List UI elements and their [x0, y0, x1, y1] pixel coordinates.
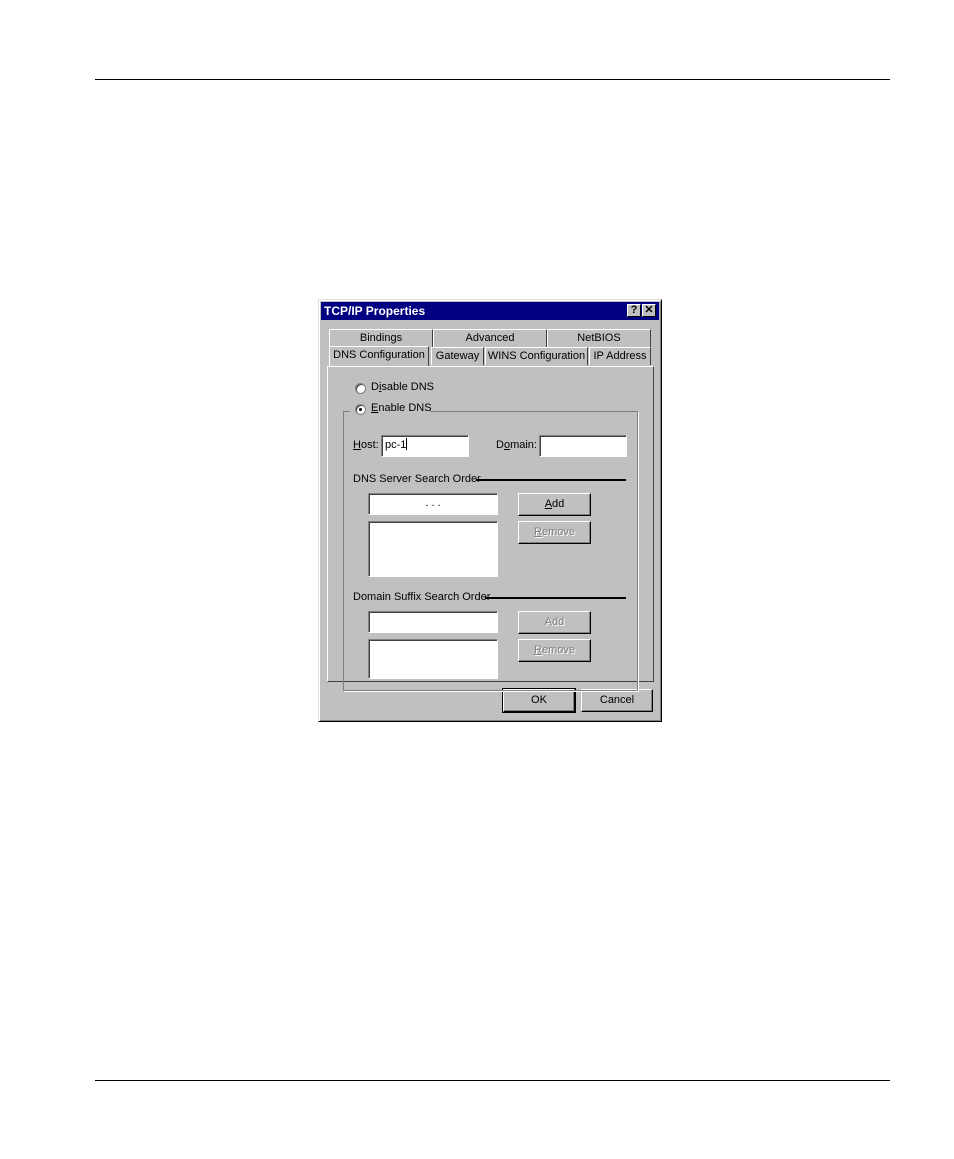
add-domain-suffix-button[interactable]: Add: [518, 611, 591, 634]
dns-server-search-order-label: DNS Server Search Order: [353, 473, 481, 485]
domain-suffix-search-order-label: Domain Suffix Search Order: [353, 591, 491, 603]
tab-dns-configuration[interactable]: DNS Configuration: [329, 346, 429, 366]
dns-server-ip-field[interactable]: . . .: [368, 493, 498, 515]
tab-netbios[interactable]: NetBIOS: [547, 329, 651, 347]
tab-bindings[interactable]: Bindings: [329, 329, 433, 347]
title-bar[interactable]: TCP/IP Properties ? ✕: [321, 302, 659, 320]
tab-gateway[interactable]: Gateway: [431, 347, 484, 365]
help-icon[interactable]: ?: [627, 304, 641, 317]
domain-suffix-list[interactable]: [368, 639, 498, 679]
close-icon[interactable]: ✕: [642, 304, 656, 317]
cancel-button[interactable]: Cancel: [581, 689, 653, 712]
domain-field[interactable]: [539, 435, 627, 457]
tcpip-properties-dialog: TCP/IP Properties ? ✕ Bindings Advanced …: [318, 299, 662, 722]
dialog-title: TCP/IP Properties: [324, 304, 426, 318]
add-dns-server-button[interactable]: Add: [518, 493, 591, 516]
ok-button[interactable]: OK: [502, 688, 576, 713]
dns-configuration-panel: Disable DNS Enable DNS Host: pc-1 Domain…: [327, 366, 654, 691]
domain-label: Domain:: [496, 439, 537, 451]
remove-dns-server-button[interactable]: Remove: [518, 521, 591, 544]
enable-dns-label[interactable]: Enable DNS: [371, 402, 432, 414]
enable-dns-radio[interactable]: [355, 404, 366, 415]
tab-ip-address[interactable]: IP Address: [589, 347, 651, 365]
host-field[interactable]: pc-1: [381, 435, 469, 457]
separator: [485, 597, 626, 599]
disable-dns-label[interactable]: Disable DNS: [371, 381, 434, 393]
dns-server-list[interactable]: [368, 521, 498, 577]
footer-rule: [95, 1080, 890, 1081]
header-rule: [95, 79, 890, 80]
tab-advanced[interactable]: Advanced: [433, 329, 547, 347]
disable-dns-radio[interactable]: [355, 383, 366, 394]
host-label: Host:: [353, 439, 379, 451]
separator: [476, 479, 626, 481]
tab-wins-configuration[interactable]: WINS Configuration: [485, 347, 588, 365]
remove-domain-suffix-button[interactable]: Remove: [518, 639, 591, 662]
domain-suffix-field[interactable]: [368, 611, 498, 633]
